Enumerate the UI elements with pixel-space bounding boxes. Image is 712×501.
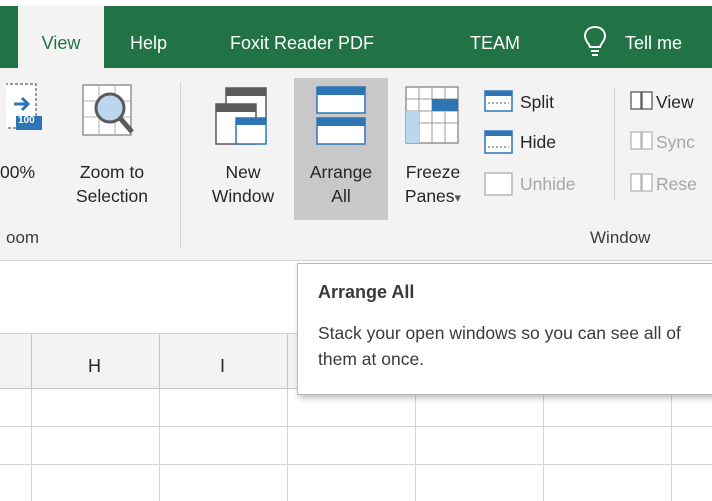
view-side-by-side-button[interactable]: View bbox=[656, 90, 694, 114]
ribbon-tab-bar: View Help Foxit Reader PDF TEAM Tell me bbox=[0, 0, 712, 68]
window-group-label: Window bbox=[590, 228, 651, 247]
grid-line bbox=[543, 389, 544, 501]
column-divider bbox=[287, 334, 288, 388]
grid-line bbox=[415, 389, 416, 501]
reset-window-position-icon bbox=[630, 172, 654, 194]
grid-line bbox=[287, 389, 288, 501]
view-side-by-side-icon[interactable] bbox=[630, 90, 654, 112]
separator bbox=[614, 88, 615, 200]
grid-line bbox=[671, 389, 672, 501]
column-divider bbox=[159, 334, 160, 388]
unhide-button: Unhide bbox=[520, 174, 576, 194]
tab-help[interactable]: Help bbox=[130, 6, 167, 68]
unhide-icon bbox=[484, 172, 514, 196]
zoom-to-selection-icon[interactable] bbox=[80, 82, 140, 148]
zoom-100-label[interactable]: 00% bbox=[0, 160, 35, 184]
arrange-all-label: Arrange All bbox=[309, 162, 373, 206]
synchronous-scrolling-button: Sync bbox=[656, 132, 695, 152]
tooltip-description: Stack your open windows so you can see a… bbox=[318, 323, 681, 369]
hide-icon[interactable] bbox=[484, 130, 514, 154]
grid-line bbox=[0, 426, 712, 427]
zoom-to-selection-button[interactable]: Zoom to Selection bbox=[62, 160, 162, 208]
split-icon[interactable] bbox=[484, 90, 514, 112]
freeze-panes-button[interactable]: Freeze Panes▾ bbox=[392, 160, 474, 210]
ribbon: 100 00% Zoom to Selection oom New Window… bbox=[0, 68, 712, 261]
synchronous-scrolling-icon bbox=[630, 130, 654, 152]
grid-line bbox=[31, 389, 32, 501]
lightbulb-icon[interactable] bbox=[582, 24, 608, 58]
freeze-panes-icon[interactable] bbox=[403, 84, 463, 148]
grid-line bbox=[0, 464, 712, 465]
new-window-icon[interactable] bbox=[212, 84, 274, 148]
group-separator bbox=[180, 82, 181, 248]
tab-view[interactable]: View bbox=[18, 6, 104, 68]
grid-line bbox=[159, 389, 160, 501]
tab-foxit-reader-pdf[interactable]: Foxit Reader PDF bbox=[230, 6, 374, 68]
tab-team[interactable]: TEAM bbox=[470, 6, 520, 68]
tell-me-search[interactable]: Tell me bbox=[625, 6, 682, 68]
reset-window-position-button: Rese bbox=[656, 174, 697, 194]
column-divider bbox=[31, 334, 32, 388]
zoom-100-icon[interactable]: 100 bbox=[0, 82, 46, 138]
column-header-h[interactable]: H bbox=[88, 356, 101, 377]
column-header-i[interactable]: I bbox=[220, 356, 225, 377]
split-button[interactable]: Split bbox=[520, 90, 554, 114]
chevron-down-icon: ▾ bbox=[454, 190, 462, 205]
new-window-button[interactable]: New Window bbox=[196, 160, 290, 208]
arrange-all-tooltip: Arrange All Stack your open windows so y… bbox=[297, 263, 712, 395]
tooltip-title: Arrange All bbox=[318, 282, 415, 302]
worksheet-grid[interactable] bbox=[0, 389, 712, 501]
zoom-group-label: oom bbox=[6, 228, 40, 247]
arrange-all-icon bbox=[314, 84, 368, 148]
hide-button[interactable]: Hide bbox=[520, 130, 556, 154]
